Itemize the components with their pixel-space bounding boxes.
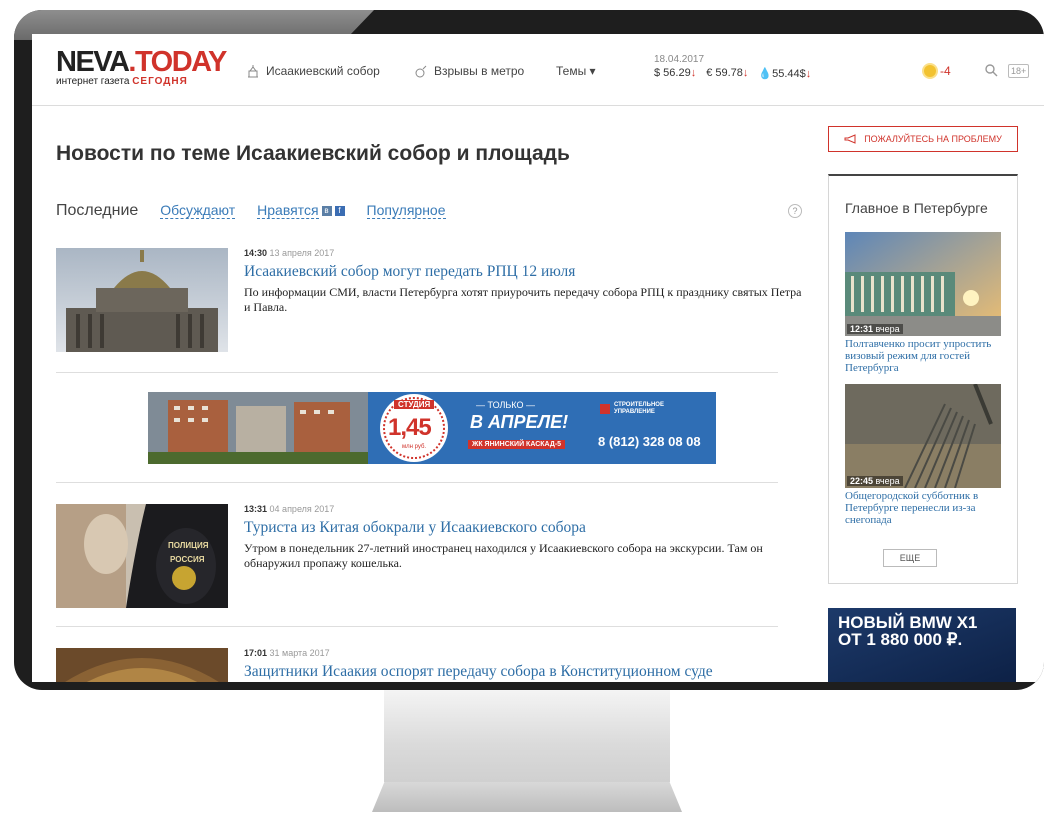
vk-icon: в (321, 206, 332, 217)
logo-subtitle-red: СЕГОДНЯ (132, 76, 188, 87)
page-title: Новости по теме Исаакиевский собор и пло… (56, 142, 570, 165)
article-item[interactable]: 17:01 31 марта 2017 Защитники Исаакия ос… (56, 648, 778, 682)
monitor-stand-base (372, 782, 682, 812)
article-image[interactable] (56, 248, 228, 352)
tab-discussed[interactable]: Обсуждают (160, 202, 236, 219)
article-image[interactable] (56, 648, 228, 682)
sidebar-news-image[interactable]: 22:45 вчера (845, 384, 1001, 488)
sidebar-news-time: 22:45 вчера (847, 476, 903, 486)
weather-widget[interactable]: -4 (924, 64, 951, 78)
article-title[interactable]: Исаакиевский собор могут передать РПЦ 12… (244, 263, 804, 281)
rate-eur: € 59.78↓ (706, 67, 749, 79)
megaphone-icon (844, 134, 856, 144)
banner-studio: СТУДИЯ (394, 400, 435, 409)
banner-complex: ЖК ЯНИНСКИЙ КАСКАД-5 (468, 440, 566, 449)
rates-date: 18.04.2017 (654, 54, 705, 65)
rake-photo (845, 384, 1001, 488)
article-meta: 14:30 13 апреля 2017 (244, 248, 804, 258)
help-icon[interactable]: ? (788, 204, 802, 218)
cathedral-photo (56, 248, 228, 352)
age-rating-badge: 18+ (1008, 64, 1030, 78)
sun-icon (924, 65, 936, 77)
facebook-icon: f (334, 206, 345, 217)
interior-photo (56, 648, 228, 682)
article-time: 13:31 (244, 504, 268, 514)
tab-liked[interactable]: Нравятся (257, 202, 319, 219)
article-meta: 17:01 31 марта 2017 (244, 648, 804, 658)
article-lead: По информации СМИ, власти Петербурга хот… (244, 285, 802, 314)
article-time: 17:01 (244, 648, 268, 658)
article-lead: Утром в понедельник 27-летний иностранец… (244, 541, 763, 570)
search-icon[interactable] (984, 63, 998, 77)
complain-button[interactable]: ПОЖАЛУЙТЕСЬ НА ПРОБЛЕМУ (828, 126, 1018, 152)
monitor-frame: NEVA.TODAY интернет газета СЕГОДНЯ Исаак… (14, 10, 1044, 690)
rate-oil: 💧55.44$↓ (758, 68, 812, 80)
article-item[interactable]: ПОЛИЦИЯ РОССИЯ 13:31 04 апреля 2017 Тури… (56, 504, 778, 614)
site-header: NEVA.TODAY интернет газета СЕГОДНЯ Исаак… (32, 34, 1044, 106)
bmw-ad-line1: НОВЫЙ BMW X1 (838, 613, 978, 632)
bmw-ad-line2: ОТ 1 880 000 ₽. (838, 630, 963, 649)
divider (56, 372, 778, 373)
article-body: 14:30 13 апреля 2017 Исаакиевский собор … (244, 248, 804, 315)
article-title[interactable]: Туриста из Китая обокрали у Исаакиевског… (244, 519, 804, 537)
more-button[interactable]: ЕЩЕ (883, 549, 937, 567)
divider (56, 482, 778, 483)
article-meta: 13:31 04 апреля 2017 (244, 504, 804, 514)
article-date: 31 марта 2017 (269, 648, 330, 658)
banner-company: СТРОИТЕЛЬНОЕ УПРАВЛЕНИЕ (614, 402, 664, 415)
logo-today-text: .TODAY (128, 46, 227, 78)
tab-popular[interactable]: Популярное (366, 202, 446, 219)
banner-price-unit: млн руб. (402, 444, 427, 450)
sidebar-news-time: 12:31 вчера (847, 324, 903, 334)
complain-label: ПОЖАЛУЙТЕСЬ НА ПРОБЛЕМУ (864, 134, 1002, 144)
bomb-icon (415, 65, 427, 78)
sidebar-news-title[interactable]: Общегородской субботник в Петербурге пер… (845, 490, 1001, 526)
nav-item-topics[interactable]: Темы ▾ (556, 64, 596, 78)
monitor-stand-neck (384, 690, 670, 782)
tab-liked-wrap[interactable]: Нравятся в f (257, 202, 345, 219)
nav-item-label: Исаакиевский собор (266, 64, 380, 78)
article-body: 17:01 31 марта 2017 Защитники Исаакия ос… (244, 648, 804, 681)
article-item[interactable]: 14:30 13 апреля 2017 Исаакиевский собор … (56, 248, 802, 358)
company-logo-icon (600, 404, 610, 414)
currency-rates: 18.04.2017 $ 56.29↓ € 59.78↓ 💧55.44$↓ (654, 54, 811, 80)
svg-text:РОССИЯ: РОССИЯ (170, 555, 205, 564)
article-body: 13:31 04 апреля 2017 Туриста из Китая об… (244, 504, 804, 571)
sidebar-title: Главное в Петербурге (845, 200, 988, 216)
rate-usd: $ 56.29↓ (654, 67, 697, 79)
nav-item-label: Темы ▾ (556, 64, 596, 78)
nav-item-label: Взрывы в метро (434, 64, 525, 78)
police-photo: ПОЛИЦИЯ РОССИЯ (56, 504, 228, 608)
article-time: 14:30 (244, 248, 268, 258)
article-date: 04 апреля 2017 (269, 504, 335, 514)
banner-ad[interactable]: СТУДИЯ 1,45 млн руб. — ТОЛЬКО — В АПРЕЛЕ… (148, 392, 716, 464)
sidebar-news-title[interactable]: Полтавченко просит упростить визовый реж… (845, 338, 1001, 374)
banner-price: 1,45 (388, 414, 432, 441)
tab-latest[interactable]: Последние (56, 202, 138, 220)
sidebar-news-item[interactable]: 12:31 вчера Полтавченко просит упростить… (845, 232, 1001, 374)
palace-photo (845, 232, 1001, 336)
sidebar-top-news: Главное в Петербурге 12:31 вчера Полтавч… (828, 174, 1018, 584)
article-title[interactable]: Защитники Исаакия оспорят передачу собор… (244, 663, 804, 681)
banner-april: В АПРЕЛЕ! (470, 412, 569, 432)
nav-item-cathedral[interactable]: Исаакиевский собор (246, 64, 380, 78)
nav-item-metro-explosions[interactable]: Взрывы в метро (414, 64, 524, 78)
logo-subtitle: интернет газета (56, 76, 130, 87)
banner-phone: 8 (812) 328 08 08 (598, 434, 701, 449)
bmw-ad[interactable]: НОВЫЙ BMW X1 ОТ 1 880 000 ₽. (828, 608, 1016, 682)
article-image[interactable]: ПОЛИЦИЯ РОССИЯ (56, 504, 228, 608)
divider (56, 626, 778, 627)
sidebar-news-image[interactable]: 12:31 вчера (845, 232, 1001, 336)
weather-temp: -4 (940, 64, 951, 78)
svg-text:ПОЛИЦИЯ: ПОЛИЦИЯ (168, 541, 209, 550)
site-logo[interactable]: NEVA.TODAY интернет газета СЕГОДНЯ (56, 46, 227, 88)
news-tabs: Последние Обсуждают Нравятся в f Популярно… (56, 202, 446, 220)
cathedral-icon (248, 65, 258, 78)
browser-screen: NEVA.TODAY интернет газета СЕГОДНЯ Исаак… (32, 34, 1044, 682)
sidebar-news-item[interactable]: 22:45 вчера Общегородской субботник в Пе… (845, 384, 1001, 526)
logo-main-text: NEVA (56, 46, 130, 78)
article-date: 13 апреля 2017 (269, 248, 335, 258)
banner-only: — ТОЛЬКО — (476, 400, 535, 410)
